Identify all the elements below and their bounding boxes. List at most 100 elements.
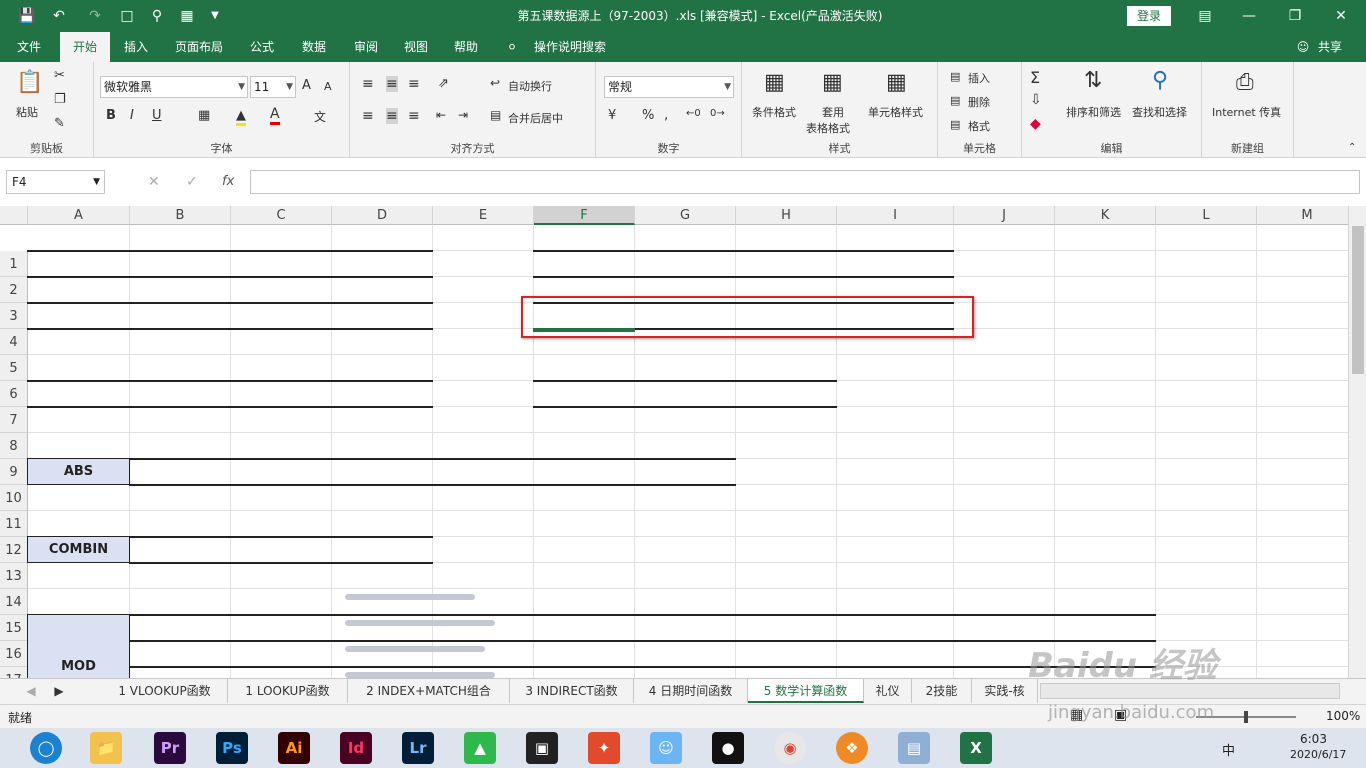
cell-styles-button[interactable]: 单元格样式 [868,104,923,120]
cell[interactable] [735,406,837,408]
cell[interactable]: 除（/） [836,250,954,252]
decrease-decimal-icon[interactable]: 0→ [710,108,725,119]
cell[interactable]: 42 [27,302,130,304]
cell[interactable]: 116 [735,640,837,642]
cell[interactable]: 136 [533,666,635,668]
tell-me-search[interactable]: 操作说明搜索 [528,32,612,62]
collapse-ribbon-icon[interactable]: ⌃ [1348,142,1356,153]
sheet-tab[interactable]: 1 VLOOKUP函数 [102,679,228,703]
align-left-icon[interactable]: ≡ [362,108,374,124]
cell[interactable]: 数值1 [129,458,231,460]
row-header[interactable]: 6 [0,381,28,407]
cell[interactable]: 平方根 [634,380,736,382]
cell[interactable]: 吴之山 [230,666,332,668]
column-header[interactable]: L [1156,206,1257,225]
cell[interactable]: 38 [129,276,231,278]
conditional-format-button[interactable]: 条件格式 [752,104,796,120]
cell[interactable]: 数值3 [230,250,332,252]
cell[interactable]: COMBIN [27,536,130,563]
file-explorer-icon[interactable]: 📁 [90,732,122,764]
copy-icon[interactable]: ❐ [54,92,66,107]
cell[interactable] [27,406,130,408]
worksheet-grid[interactable]: ABCDEFGHIJKLM1234567891011121314151617数值… [0,206,1348,678]
cell[interactable]: MOD [27,614,130,678]
new-file-icon[interactable]: □ [116,6,138,26]
paste-icon[interactable]: 📋 [16,70,43,95]
tab-review[interactable]: 审阅 [344,32,388,62]
blurred-cell[interactable] [331,614,433,616]
blurred-cell[interactable] [331,666,433,668]
table-format-button-line1[interactable]: 套用 [822,104,844,120]
cell[interactable]: 37 [129,302,231,304]
formula-input[interactable] [250,170,1360,194]
ime-indicator[interactable]: 中 [1222,740,1235,759]
cell[interactable]: 26 [230,276,332,278]
cell[interactable]: 0 [331,484,433,486]
notepad-icon[interactable]: ▤ [898,732,930,764]
increase-indent-icon[interactable]: ⇥ [458,108,468,122]
wrap-text-button[interactable]: 自动换行 [508,78,552,94]
column-header[interactable]: F [534,206,635,225]
tab-file[interactable]: 文件 [6,32,52,62]
sheet-tab[interactable]: 礼仪 [864,679,912,703]
cell[interactable]: 减（-） [634,250,736,252]
delete-icon[interactable]: ▤ [950,94,960,107]
cell[interactable]: 数值2 [129,250,231,252]
cell[interactable]: 1026 [735,276,837,278]
cell[interactable]: 0.710526316 [836,276,954,278]
cell[interactable]: 绝对值 [432,458,534,460]
close-icon[interactable]: ✕ [1326,4,1356,28]
cell[interactable]: 姓名 [230,614,332,616]
cell[interactable]: 12 [331,302,433,304]
font-color-icon[interactable]: A [270,106,280,125]
cell[interactable]: 255 [735,666,837,668]
login-button[interactable]: 登录 [1127,6,1171,26]
cell[interactable]: 26 [331,328,433,330]
cell[interactable] [331,562,433,564]
row-header[interactable]: 4 [0,329,28,355]
cell[interactable]: 45 [331,276,433,278]
currency-icon[interactable]: ¥ [608,108,616,123]
cell[interactable]: 数目 [129,536,231,538]
cell[interactable]: 性别 [432,614,534,616]
cell[interactable]: 加（+） [533,250,635,252]
phonetic-icon[interactable]: 文 [314,108,326,125]
column-header[interactable]: J [954,206,1055,225]
tab-page-layout[interactable]: 页面布局 [166,32,232,62]
table-format-button-line2[interactable]: 表格格式 [806,120,850,136]
scroll-thumb[interactable] [1352,226,1364,374]
cell[interactable]: 乘幂（函数） [230,380,332,382]
align-center-icon[interactable]: ≡ [386,108,398,124]
column-header[interactable]: M [1257,206,1348,225]
sheet-tab-active[interactable]: 5 数学计算函数 [748,679,864,703]
share-button[interactable]: 共享 [1312,32,1348,62]
find-select-icon[interactable]: ⚲ [1152,68,1168,93]
sheet-tab[interactable]: 1 LOOKUP函数 [228,679,348,703]
row-header[interactable]: 9 [0,459,28,485]
red-app-icon[interactable]: ✦ [588,732,620,764]
row-header[interactable]: 17 [0,667,28,678]
cell[interactable]: 数值3 [331,458,433,460]
sheet-tab[interactable]: 4 日期时间函数 [634,679,748,703]
column-header[interactable]: I [837,206,954,225]
cell[interactable]: 5月 [953,614,1055,616]
cell[interactable]: 001 [129,640,231,642]
format-cells-button[interactable]: 格式 [968,118,990,134]
fill-color-icon[interactable]: ▲ [236,108,246,126]
cell[interactable]: 次方数 [129,380,231,382]
merge-center-button[interactable]: 合并后居中 [508,110,563,126]
qq-icon[interactable]: ● [712,732,744,764]
cell[interactable]: 1月 [533,614,635,616]
cell[interactable]: 298 [634,640,736,642]
next-sheet-icon[interactable]: ▶ [48,679,70,703]
insert-icon[interactable]: ▤ [950,70,960,83]
underline-button[interactable]: U [152,108,162,123]
video-editor-icon[interactable]: ▣ [526,732,558,764]
cell[interactable]: 4月 [836,614,954,616]
green-app-icon[interactable]: ▲ [464,732,496,764]
cell[interactable]: 189 [836,640,954,642]
row-header[interactable]: 7 [0,407,28,433]
percent-button[interactable]: % [642,108,654,123]
cell[interactable]: 数值4 [331,250,433,252]
redo-icon[interactable]: ↷ [84,6,106,26]
